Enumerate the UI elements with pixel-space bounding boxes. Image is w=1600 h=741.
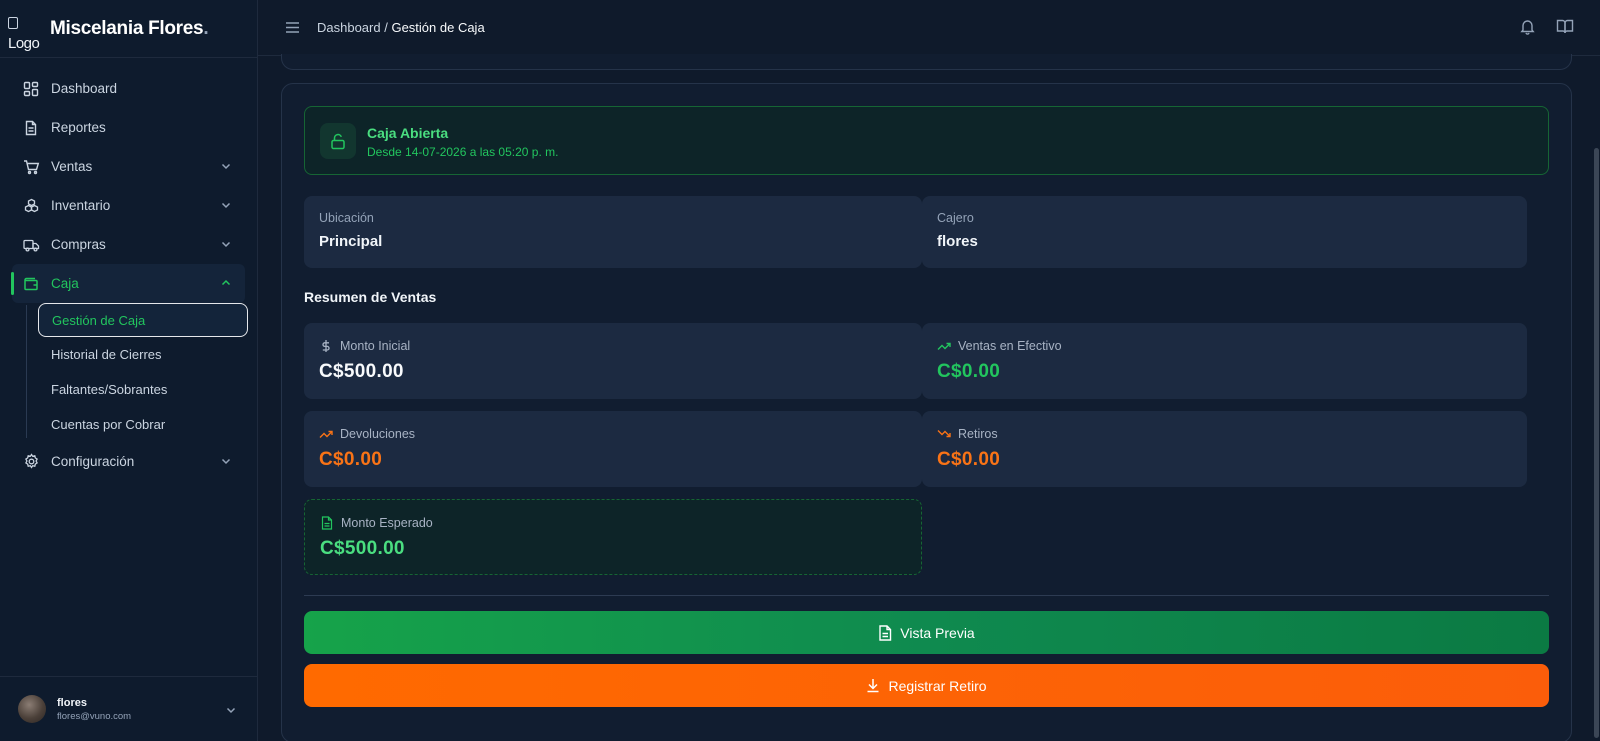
chevron-up-icon — [221, 279, 231, 286]
cashier-value: flores — [937, 233, 978, 250]
download-icon — [866, 678, 880, 693]
sidebar-item-reportes[interactable]: Reportes — [12, 108, 245, 147]
returns-label: Devoluciones — [340, 427, 416, 441]
avatar — [18, 695, 46, 723]
breadcrumb: Dashboard / Gestión de Caja — [317, 20, 485, 35]
document-icon — [22, 119, 40, 137]
brand-dot: . — [203, 17, 209, 39]
chevron-down-icon — [221, 163, 231, 170]
previous-card-edge — [281, 54, 1572, 70]
bell-icon[interactable] — [1519, 18, 1536, 40]
sidebar-item-label: Inventario — [51, 198, 111, 213]
sidebar-item-ventas[interactable]: Ventas — [12, 147, 245, 186]
topbar: Dashboard / Gestión de Caja — [258, 0, 1600, 56]
chevron-down-icon — [221, 241, 231, 248]
book-icon[interactable] — [1556, 18, 1574, 40]
location-card: Ubicación Principal — [304, 196, 922, 268]
menu-icon[interactable] — [284, 20, 300, 36]
sidebar: Logo Miscelania Flores. Dashboard Report… — [0, 0, 258, 741]
user-email: flores@vuno.com — [57, 710, 132, 722]
expected-amount-value: C$500.00 — [320, 538, 405, 559]
cashier-label: Cajero — [937, 211, 974, 225]
sidebar-nav: Dashboard Reportes Ventas Inventario Com… — [0, 58, 257, 481]
top-actions — [1519, 18, 1574, 40]
status-title: Caja Abierta — [367, 125, 449, 141]
sidebar-item-inventario[interactable]: Inventario — [12, 186, 245, 225]
wallet-icon — [22, 275, 40, 293]
register-withdrawal-label: Registrar Retiro — [888, 677, 987, 694]
sidebar-item-label: Ventas — [51, 159, 93, 174]
sidebar-item-configuracion[interactable]: Configuración — [12, 442, 245, 481]
unlock-icon — [320, 123, 356, 159]
caja-submenu: Gestión de Caja Historial de Cierres Fal… — [26, 303, 257, 442]
broken-image-icon — [8, 16, 18, 29]
sidebar-item-label: Compras — [51, 237, 106, 252]
preview-button-label: Vista Previa — [900, 624, 975, 641]
trending-down-icon — [937, 427, 951, 441]
sidebar-subitem-cuentas-cobrar[interactable]: Cuentas por Cobrar — [38, 407, 248, 442]
sidebar-item-label: Configuración — [51, 454, 135, 469]
chevron-down-icon — [221, 202, 231, 209]
breadcrumb-current: Gestión de Caja — [391, 20, 485, 35]
logo: Logo — [6, 9, 40, 52]
brand[interactable]: Logo Miscelania Flores. — [0, 0, 257, 58]
trending-up-icon — [937, 339, 951, 353]
sidebar-item-caja[interactable]: Caja — [11, 264, 245, 303]
truck-icon — [22, 236, 40, 254]
sidebar-subitem-gestion-caja[interactable]: Gestión de Caja — [38, 303, 248, 337]
breadcrumb-parent[interactable]: Dashboard — [317, 20, 381, 35]
sales-summary-title: Resumen de Ventas — [304, 289, 437, 305]
withdrawals-card: Retiros C$0.00 — [922, 411, 1527, 487]
gear-icon — [22, 453, 40, 471]
sidebar-item-label: Reportes — [51, 120, 106, 135]
register-withdrawal-button[interactable]: Registrar Retiro — [304, 664, 1549, 707]
sidebar-item-label: Caja — [51, 276, 79, 291]
cash-register-card: Caja Abierta Desde 14-07-2026 a las 05:2… — [281, 83, 1572, 741]
returns-card: Devoluciones C$0.00 — [304, 411, 922, 487]
divider — [304, 595, 1549, 596]
sidebar-item-dashboard[interactable]: Dashboard — [12, 69, 245, 108]
chevron-down-icon — [221, 458, 231, 465]
user-name: flores — [57, 696, 87, 709]
withdrawals-value: C$0.00 — [937, 449, 1001, 470]
status-subtitle: Desde 14-07-2026 a las 05:20 p. m. — [367, 145, 559, 159]
boxes-icon — [22, 197, 40, 215]
initial-amount-value: C$500.00 — [319, 361, 404, 382]
grid-icon — [22, 80, 40, 98]
initial-amount-label: Monto Inicial — [340, 339, 411, 353]
returns-value: C$0.00 — [319, 449, 383, 470]
location-label: Ubicación — [319, 211, 374, 225]
register-status-banner: Caja Abierta Desde 14-07-2026 a las 05:2… — [304, 106, 1549, 175]
trending-up-icon — [319, 427, 333, 441]
location-value: Principal — [319, 233, 383, 250]
logo-alt-text: Logo — [8, 34, 40, 52]
dollar-icon — [319, 339, 333, 353]
user-menu[interactable]: flores flores@vuno.com — [0, 676, 258, 741]
sidebar-item-label: Dashboard — [51, 81, 118, 96]
brand-name: Miscelania Flores. — [50, 17, 209, 40]
withdrawals-label: Retiros — [958, 427, 998, 441]
cash-sales-value: C$0.00 — [937, 361, 1001, 382]
sidebar-item-compras[interactable]: Compras — [12, 225, 245, 264]
chevron-down-icon — [226, 707, 236, 714]
document-icon — [320, 516, 334, 530]
cart-icon — [22, 158, 40, 176]
expected-amount-label: Monto Esperado — [341, 516, 433, 530]
expected-amount-card: Monto Esperado C$500.00 — [304, 499, 922, 575]
sidebar-subitem-faltantes-sobrantes[interactable]: Faltantes/Sobrantes — [38, 372, 248, 407]
breadcrumb-separator: / — [380, 20, 392, 35]
brand-label: Miscelania Flores — [50, 17, 204, 39]
scrollbar-thumb[interactable] — [1594, 148, 1599, 738]
document-icon — [878, 624, 892, 641]
initial-amount-card: Monto Inicial C$500.00 — [304, 323, 922, 399]
preview-button[interactable]: Vista Previa — [304, 611, 1549, 654]
sidebar-subitem-historial-cierres[interactable]: Historial de Cierres — [38, 337, 248, 372]
cash-sales-label: Ventas en Efectivo — [958, 339, 1062, 353]
cashier-card: Cajero flores — [922, 196, 1527, 268]
cash-sales-card: Ventas en Efectivo C$0.00 — [922, 323, 1527, 399]
